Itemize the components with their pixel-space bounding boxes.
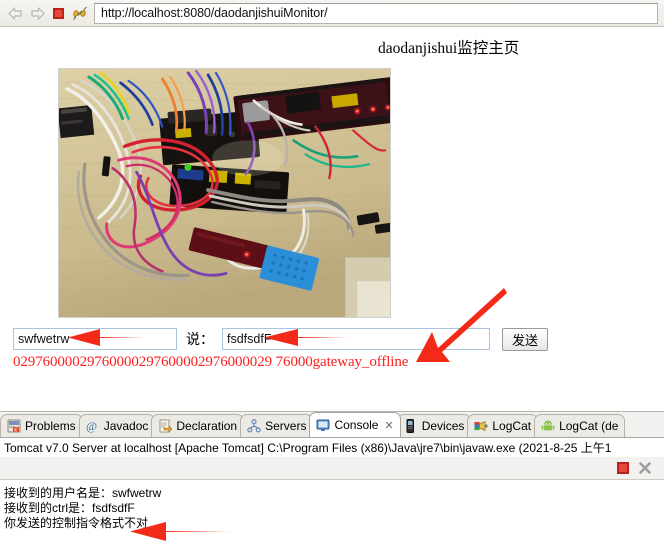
tab-label: Declaration — [176, 419, 238, 433]
console-toolbar — [0, 457, 664, 480]
remove-launch-icon[interactable] — [636, 459, 654, 477]
close-icon[interactable]: ✕ — [384, 419, 393, 432]
tab-declaration[interactable]: Declaration — [151, 414, 245, 437]
console-process-status: Tomcat v7.0 Server at localhost [Apache … — [0, 437, 664, 457]
control-command-input[interactable] — [222, 328, 490, 350]
stop-icon[interactable] — [48, 2, 68, 24]
page-title: daodanjishui监控主页 — [378, 40, 520, 57]
tab-label: Problems — [25, 419, 76, 433]
gateway-status-text: 02976000029760000297600002976000029 7600… — [13, 354, 409, 370]
declaration-icon — [157, 419, 172, 434]
forward-arrow-icon[interactable] — [26, 2, 48, 24]
arduino-breadboard-photo — [58, 68, 391, 318]
console-line: 接收到的用户名是：swfwetrw — [4, 486, 162, 500]
tab-devices[interactable]: Devices — [396, 414, 472, 437]
tab-problems[interactable]: x Problems — [0, 414, 83, 437]
tab-label: Javadoc — [103, 419, 149, 433]
username-input[interactable] — [13, 328, 177, 350]
tab-label: LogCat — [492, 419, 532, 433]
tab-logcat-deprecated[interactable]: LogCat (de — [534, 414, 626, 437]
tab-label: Devices — [421, 419, 465, 433]
problems-icon: x — [6, 419, 21, 434]
tab-servers[interactable]: Servers — [240, 414, 314, 437]
console-line: 接收到的ctrl是：fsdfsdfF — [4, 501, 135, 515]
console-icon — [315, 418, 330, 433]
tab-label: Servers — [265, 419, 307, 433]
console-output[interactable]: 接收到的用户名是：swfwetrw 接收到的ctrl是：fsdfsdfF 你发送… — [0, 480, 664, 551]
send-button[interactable]: 发送 — [502, 327, 548, 351]
message-form: 说： 发送 — [0, 325, 664, 353]
browser-toolbar: http://localhost:8080/daodanjishuiMonito… — [0, 0, 664, 27]
javadoc-at-icon: @ — [85, 419, 100, 434]
refresh-link-icon[interactable] — [68, 2, 92, 24]
web-page-content: daodanjishui监控主页 swfwetrw 说： fsdfsdfF 发送… — [0, 28, 664, 411]
eclipse-bottom-panel: x Problems @ Javadoc Declaration Servers… — [0, 411, 664, 551]
logcat-android-icon — [540, 419, 555, 434]
tab-logcat[interactable]: LogCat — [467, 414, 539, 437]
say-label: 说： — [186, 333, 214, 348]
terminate-stop-icon[interactable] — [614, 459, 632, 477]
svg-text:x: x — [14, 428, 17, 434]
tab-console[interactable]: Console ✕ — [309, 412, 401, 437]
logcat-icon — [473, 419, 488, 434]
eclipse-view-tabs: x Problems @ Javadoc Declaration Servers… — [0, 412, 664, 437]
tab-label: LogCat (de — [559, 419, 619, 433]
tab-javadoc[interactable]: @ Javadoc — [78, 414, 156, 437]
devices-phone-icon — [403, 419, 418, 434]
url-bar[interactable]: http://localhost:8080/daodanjishuiMonito… — [94, 2, 658, 24]
back-arrow-icon[interactable] — [4, 2, 26, 24]
servers-icon — [246, 419, 261, 434]
tab-label: Console — [334, 418, 379, 432]
svg-text:@: @ — [86, 419, 97, 433]
url-text: http://localhost:8080/daodanjishuiMonito… — [101, 6, 328, 20]
console-line: 你发送的控制指令格式不对 — [4, 516, 149, 530]
stop-square — [52, 7, 64, 19]
